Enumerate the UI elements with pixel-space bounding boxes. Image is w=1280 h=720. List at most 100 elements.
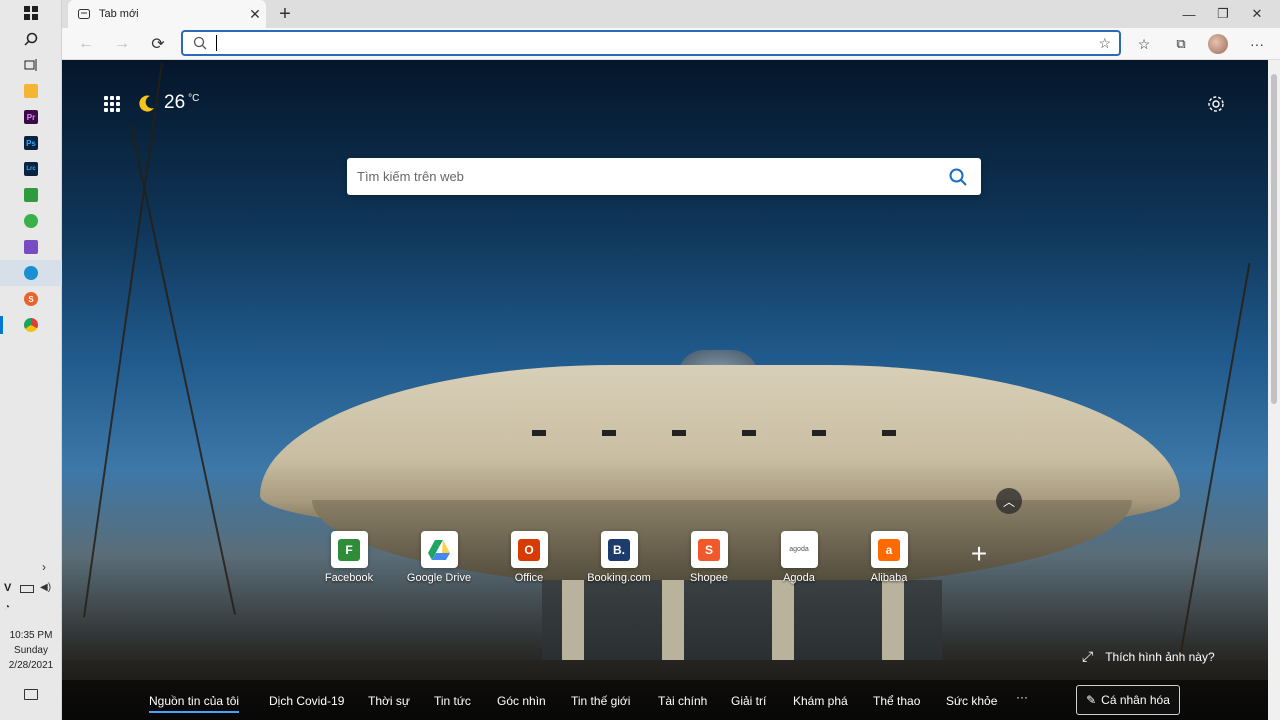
quick-link-label: Shopee bbox=[690, 572, 728, 584]
weather-temperature: 26 bbox=[164, 92, 186, 113]
weather-widget[interactable]: 26 °C bbox=[138, 92, 199, 114]
profile-button[interactable] bbox=[1206, 32, 1230, 56]
roof-window bbox=[742, 430, 756, 436]
search-icon bbox=[24, 32, 38, 46]
news-tab-entertainment[interactable]: Giải trí bbox=[731, 694, 766, 708]
quick-link-google-drive[interactable]: Google Drive bbox=[394, 531, 484, 584]
file-explorer-button[interactable] bbox=[0, 78, 62, 104]
text-caret bbox=[216, 35, 217, 51]
news-tab-discover[interactable]: Khám phá bbox=[793, 694, 848, 708]
pencil-icon: ✎ bbox=[1086, 693, 1097, 707]
quick-links: F Facebook Google Drive O Office B. Book… bbox=[312, 531, 1012, 591]
taskbar-clock[interactable]: 10:35 PM Sunday 2/28/2021 bbox=[0, 628, 62, 673]
collections-icon: ⧉ bbox=[1176, 36, 1186, 51]
moon-icon bbox=[139, 95, 154, 112]
collapse-quick-links-button[interactable]: ︿ bbox=[996, 488, 1022, 514]
v-tray-icon[interactable]: V bbox=[4, 582, 11, 594]
quick-link-office[interactable]: O Office bbox=[484, 531, 574, 584]
favorites-button[interactable]: ☆ bbox=[1132, 32, 1156, 56]
wifi-icon[interactable]: ◔ bbox=[4, 602, 10, 613]
quick-link-facebook[interactable]: F Facebook bbox=[304, 531, 394, 584]
news-tab-sports[interactable]: Thể thao bbox=[873, 694, 920, 708]
like-image-prompt[interactable]: ⤢ Thích hình ảnh này? bbox=[1082, 648, 1215, 665]
office-icon: O bbox=[518, 538, 540, 561]
address-input[interactable] bbox=[225, 35, 1099, 51]
roof-window bbox=[672, 430, 686, 436]
news-tab-perspective[interactable]: Góc nhìn bbox=[497, 694, 546, 708]
refresh-button[interactable]: ⟳ bbox=[144, 30, 172, 58]
expand-icon: ⤢ bbox=[1082, 648, 1094, 664]
tab-title: Tab mới bbox=[99, 8, 139, 20]
taskbar: Pr Ps Lrc S › V ◀) ◔ 10:35 PM Sunday 2/2… bbox=[0, 0, 62, 720]
web-search-box[interactable] bbox=[347, 158, 981, 195]
notifications-icon[interactable] bbox=[24, 689, 38, 700]
edge-button[interactable] bbox=[0, 260, 62, 286]
collections-button[interactable]: ⧉ bbox=[1169, 32, 1193, 56]
show-hidden-icons-chevron-icon[interactable]: › bbox=[42, 560, 46, 574]
quick-link-tile: B. bbox=[600, 531, 638, 568]
more-icon: ··· bbox=[1250, 36, 1264, 52]
apps-launcher-icon[interactable] bbox=[104, 96, 120, 112]
back-button[interactable]: ← bbox=[72, 30, 100, 58]
search-icon[interactable] bbox=[949, 168, 967, 186]
task-view-button[interactable] bbox=[0, 52, 62, 78]
s-app-button[interactable]: S bbox=[0, 286, 62, 312]
news-tab-my-feed[interactable]: Nguồn tin của tôi bbox=[149, 694, 240, 713]
clock-date: 2/28/2021 bbox=[8, 660, 54, 671]
settings-and-more-button[interactable]: ··· bbox=[1245, 32, 1269, 56]
start-button[interactable] bbox=[0, 0, 62, 26]
premiere-pro-button[interactable]: Pr bbox=[0, 104, 62, 130]
visual-studio-icon bbox=[24, 240, 38, 254]
close-window-button[interactable]: ✕ bbox=[1234, 0, 1280, 28]
personalize-button[interactable]: ✎ Cá nhân hóa bbox=[1076, 685, 1180, 715]
news-tab-news[interactable]: Tin tức bbox=[434, 694, 471, 708]
windows-logo-icon bbox=[24, 6, 38, 20]
add-favorite-star-icon[interactable]: ☆ bbox=[1098, 35, 1111, 52]
news-tab-world[interactable]: Tin thế giới bbox=[571, 694, 630, 708]
taskbar-search-button[interactable] bbox=[0, 26, 62, 52]
page-settings-button[interactable] bbox=[1206, 94, 1226, 114]
battery-icon[interactable] bbox=[20, 585, 34, 593]
photoshop-icon: Ps bbox=[24, 136, 38, 150]
roof-window bbox=[532, 430, 546, 436]
news-tab-current-affairs[interactable]: Thời sự bbox=[368, 694, 410, 708]
new-tab-button[interactable]: + bbox=[274, 3, 296, 25]
roof-window bbox=[812, 430, 826, 436]
quick-link-tile: F bbox=[330, 531, 368, 568]
camtasia-button[interactable] bbox=[0, 182, 62, 208]
page-scrollbar[interactable] bbox=[1268, 60, 1280, 720]
add-site-plus-icon[interactable]: + bbox=[964, 540, 994, 571]
browser-toolbar: ← → ⟳ ☆ ☆ ⧉ ··· bbox=[62, 28, 1280, 60]
news-more-button[interactable]: ··· bbox=[1016, 690, 1028, 704]
quick-link-tile: O bbox=[510, 531, 548, 568]
volume-icon[interactable]: ◀) bbox=[40, 582, 51, 593]
visual-studio-button[interactable] bbox=[0, 234, 62, 260]
news-tab-covid[interactable]: Dịch Covid-19 bbox=[269, 694, 344, 708]
roof-window bbox=[602, 430, 616, 436]
quick-link-agoda[interactable]: agoda Agoda bbox=[754, 531, 844, 584]
tab-new-tab[interactable]: Tab mới ✕ bbox=[68, 0, 266, 28]
scrollbar-thumb[interactable] bbox=[1271, 74, 1277, 404]
forward-button[interactable]: → bbox=[108, 30, 136, 58]
web-search-input[interactable] bbox=[357, 169, 949, 184]
premiere-icon: Pr bbox=[24, 110, 38, 124]
tree-branch-decoration bbox=[1175, 263, 1251, 677]
tab-close-icon[interactable]: ✕ bbox=[244, 6, 266, 23]
news-tab-health[interactable]: Sức khỏe bbox=[946, 694, 997, 708]
quick-link-alibaba[interactable]: a Alibaba bbox=[844, 531, 934, 584]
photoshop-button[interactable]: Ps bbox=[0, 130, 62, 156]
quick-link-booking[interactable]: B. Booking.com bbox=[574, 531, 664, 584]
tree-branch-decoration bbox=[83, 62, 163, 618]
news-tab-finance[interactable]: Tài chính bbox=[658, 694, 707, 708]
green-tool-button[interactable] bbox=[0, 208, 62, 234]
shopee-icon: S bbox=[698, 538, 720, 561]
address-bar[interactable]: ☆ bbox=[181, 30, 1121, 56]
chrome-button[interactable] bbox=[0, 312, 62, 338]
google-drive-icon bbox=[428, 539, 450, 560]
roof-window bbox=[882, 430, 896, 436]
quick-link-label: Facebook bbox=[324, 572, 374, 584]
quick-link-shopee[interactable]: S Shopee bbox=[664, 531, 754, 584]
avatar bbox=[1208, 34, 1228, 54]
quick-link-tile: S bbox=[690, 531, 728, 568]
lightroom-button[interactable]: Lrc bbox=[0, 156, 62, 182]
